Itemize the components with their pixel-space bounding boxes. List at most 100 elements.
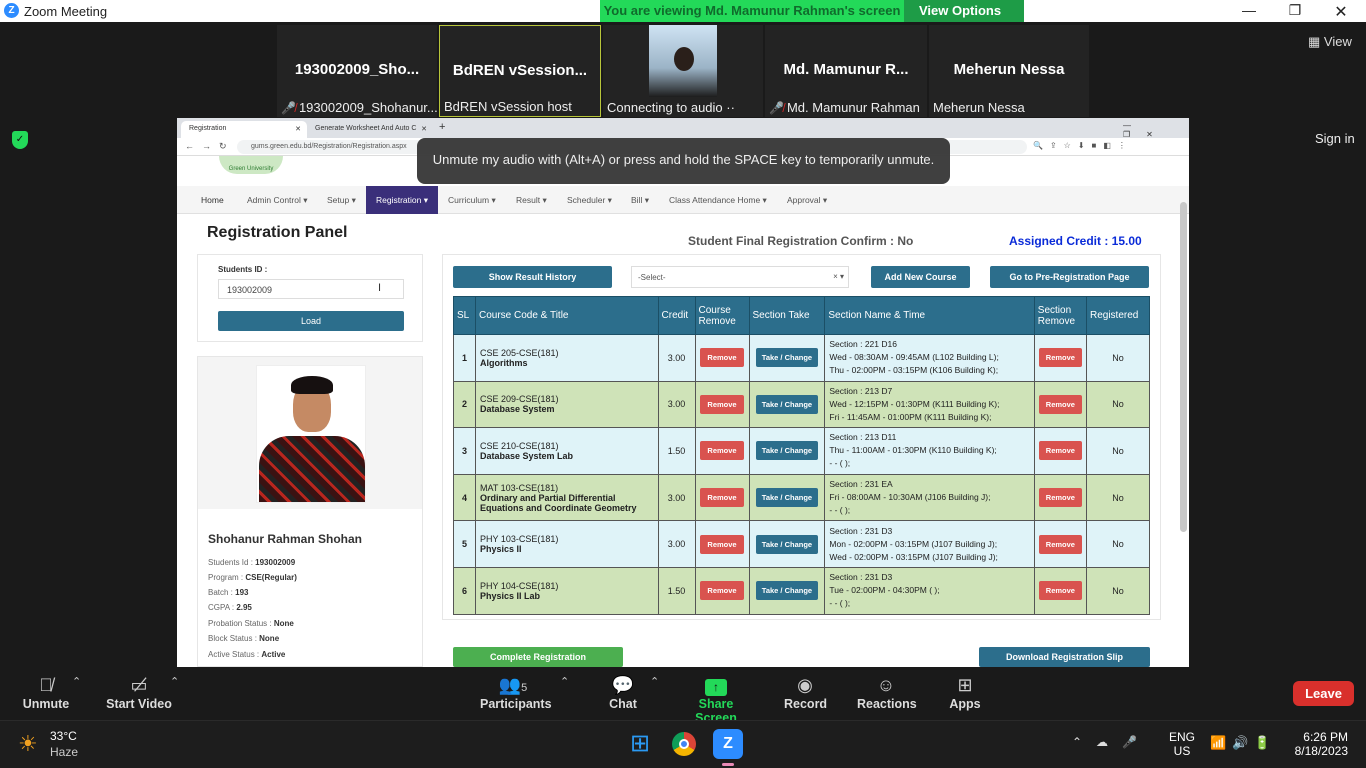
row-credit: 3.00 [657,334,696,382]
weather-desc[interactable]: Haze [50,745,78,759]
close-tab-icon[interactable]: ✕ [295,125,301,133]
browser-tab-registration[interactable]: Registration ✕ [181,121,307,138]
add-new-course-button[interactable]: Add New Course [871,266,970,288]
section-remove-button[interactable]: Remove [1038,534,1082,554]
section-remove-button[interactable]: Remove [1038,441,1082,461]
col-course: Course Code & Title [474,296,659,335]
minimize-icon[interactable]: — [1226,2,1272,18]
nav-item-registration[interactable]: Registration ▾ [366,186,438,214]
final-confirm-status: Student Final Registration Confirm : No [688,234,914,248]
sign-in-link[interactable]: Sign in [1315,131,1355,146]
download-slip-button[interactable]: Download Registration Slip [979,647,1150,667]
windows-start-icon[interactable]: ⊞ [625,729,655,759]
col-credit: Credit [657,296,696,335]
record-button[interactable]: ◉ Record [784,673,827,711]
nav-item-home[interactable]: Home [191,186,234,214]
course-title: Physics II [479,544,522,555]
nav-item-setup[interactable]: Setup ▾ [317,186,366,214]
load-button[interactable]: Load [218,311,404,331]
participant-tile[interactable]: 193002009_Sho... 🎤̸ 193002009_Shohanur... [277,25,437,117]
nav-item-bill[interactable]: Bill ▾ [621,186,659,214]
site-nav: Home Admin Control ▾ Setup ▾ Registratio… [177,186,1189,214]
leave-button[interactable]: Leave [1293,681,1354,706]
page-scrollbar[interactable] [1180,202,1187,532]
system-tray-icons[interactable]: ⌃☁🎤 [1072,735,1151,749]
restore-icon[interactable]: ❐ [1272,2,1318,19]
table-row: 3 CSE 210-CSE(181) Database System Lab 1.50… [453,427,1151,475]
row-course-remove: Remove [694,334,750,382]
student-id-input[interactable]: 193002009 [218,279,404,299]
participant-tile[interactable]: Md. Mamunur R... 🎤̸ Md. Mamunur Rahman [765,25,927,117]
participant-tile[interactable]: Connecting to audio ·· [603,25,763,117]
course-remove-button[interactable]: Remove [700,441,744,461]
nav-arrows-icon[interactable]: ←→↻ [185,141,235,152]
course-remove-button[interactable]: Remove [700,348,744,368]
zoom-taskbar-icon[interactable]: Z [713,729,743,759]
table-row: 5 PHY 103-CSE(181) Physics II 3.00 Remove Tak… [453,520,1151,568]
start-video-button[interactable]: ▭̸ Start Video [106,673,172,711]
take-change-button[interactable]: Take / Change [755,348,819,368]
section-time-2: - - ( ); [829,598,851,609]
video-options-chevron-icon[interactable]: ⌃ [170,675,179,688]
weather-haze-icon: ☀ [18,731,38,756]
course-remove-button[interactable]: Remove [700,534,744,554]
take-change-button[interactable]: Take / Change [755,441,819,461]
section-remove-button[interactable]: Remove [1038,488,1082,508]
browser-window-controls[interactable]: —❐✕ [1123,121,1189,139]
course-select[interactable]: -Select- × ▾ [631,266,849,288]
row-sl: 3 [453,427,476,475]
section-remove-button[interactable]: Remove [1038,394,1082,414]
take-change-button[interactable]: Take / Change [755,581,819,601]
clock[interactable]: 6:26 PM 8/18/2023 [1292,730,1348,758]
reactions-button[interactable]: ☺ Reactions [857,673,917,711]
apps-button[interactable]: ⊞ Apps [948,673,982,711]
language-indicator[interactable]: ENG US [1169,730,1195,758]
show-result-history-button[interactable]: Show Result History [453,266,612,288]
unmute-button[interactable]: 🎙̸ Unmute [22,673,70,711]
student-id-panel: Students ID : 193002009 I Load [197,254,423,342]
weather-temp[interactable]: 33°C [50,729,77,743]
nav-item-result[interactable]: Result ▾ [506,186,557,214]
row-section-take: Take / Change [748,473,826,522]
network-volume-battery-icons[interactable]: 📶🔊🔋 [1210,735,1277,751]
browser-tab-worksheet[interactable]: Generate Worksheet And Auto C ✕ [307,121,431,138]
nav-item-admin-control[interactable]: Admin Control ▾ [237,186,317,214]
participants-chevron-icon[interactable]: ⌃ [560,675,569,688]
new-tab-icon[interactable]: + [439,121,445,133]
clear-chevron-icon[interactable]: × ▾ [833,272,844,281]
take-change-button[interactable]: Take / Change [755,488,819,508]
chat-button[interactable]: 💬 Chat [604,673,642,711]
shield-check-icon[interactable]: ✓ [12,131,28,149]
participants-button[interactable]: 👥5 Participants [480,673,552,711]
browser-toolbar-icons[interactable]: 🔍⇪☆⬇■◧⋮ [1033,141,1133,150]
nav-item-curriculum[interactable]: Curriculum ▾ [438,186,506,214]
row-section-time: Section : 213 D7 Wed - 12:15PM - 01:30PM … [824,380,1035,429]
course-remove-button[interactable]: Remove [700,581,744,601]
row-section-remove: Remove [1033,334,1087,382]
take-change-button[interactable]: Take / Change [755,534,819,554]
row-course-remove: Remove [694,380,750,429]
audio-options-chevron-icon[interactable]: ⌃ [72,675,81,688]
participant-tile[interactable]: BdREN vSession... BdREN vSession host [439,25,601,117]
chat-chevron-icon[interactable]: ⌃ [650,675,659,688]
row-registered: No [1085,520,1151,568]
participant-label-text: Md. Mamunur Rahman [786,100,920,115]
nav-item-scheduler[interactable]: Scheduler ▾ [557,186,622,214]
section-remove-button[interactable]: Remove [1038,581,1082,601]
view-options-button[interactable]: View Options ⌄ [904,0,1024,40]
course-remove-button[interactable]: Remove [700,394,744,414]
participant-tile[interactable]: Meherun Nessa Meherun Nessa [929,25,1089,117]
course-remove-button[interactable]: Remove [700,488,744,508]
nav-item-class-attendance[interactable]: Class Attendance Home ▾ [659,186,777,214]
chrome-icon[interactable] [669,729,699,759]
view-button[interactable]: ▦ View [1308,34,1352,50]
pre-registration-button[interactable]: Go to Pre-Registration Page [990,266,1149,288]
section-remove-button[interactable]: Remove [1038,348,1082,368]
close-icon[interactable]: ✕ [1318,2,1364,22]
nav-item-approval[interactable]: Approval ▾ [777,186,837,214]
take-change-button[interactable]: Take / Change [755,394,819,414]
unmute-tooltip: Unmute my audio with (Alt+A) or press an… [417,138,950,184]
complete-registration-button[interactable]: Complete Registration [453,647,623,667]
close-tab-icon[interactable]: ✕ [421,125,427,133]
share-screen-button[interactable]: ↑ Share Screen [680,673,752,725]
